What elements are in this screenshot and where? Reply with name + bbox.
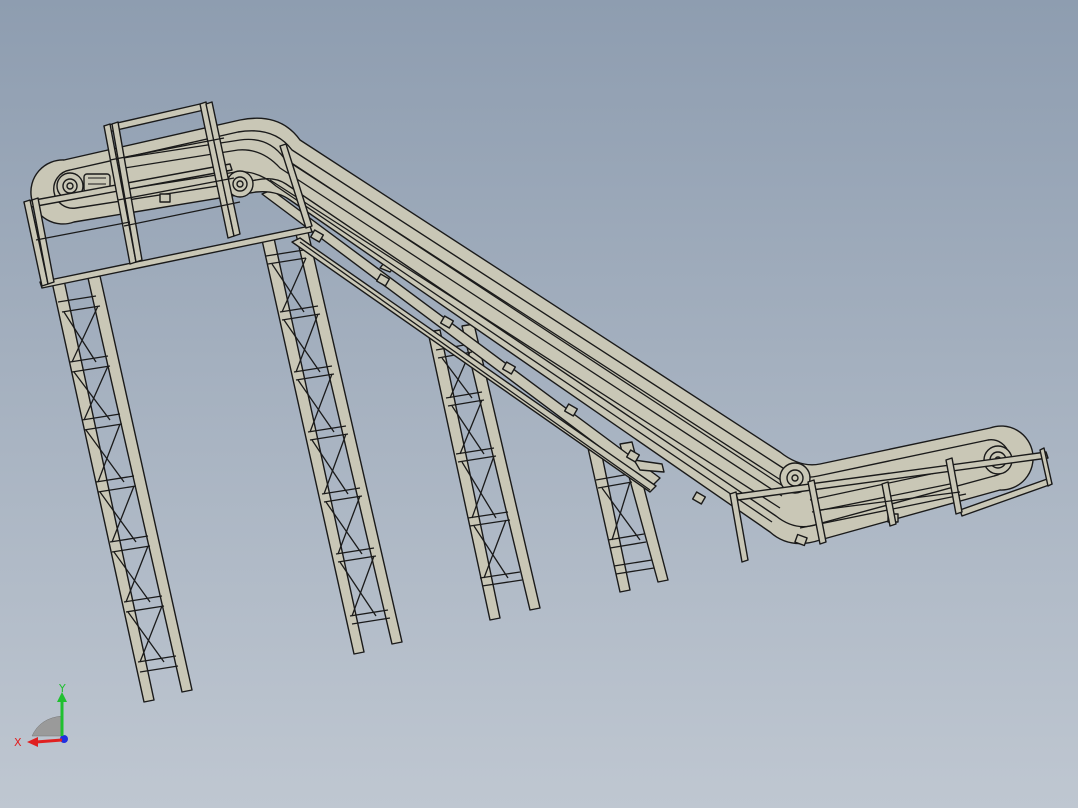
support-leg-1	[51, 275, 193, 703]
conveyor-3d-model[interactable]: .f { fill: #c9c7b6; stroke: #1a1a1a; str…	[0, 0, 1078, 808]
y-axis-label: Y	[58, 684, 66, 695]
cad-viewport[interactable]: .f { fill: #c9c7b6; stroke: #1a1a1a; str…	[0, 0, 1078, 808]
x-axis-icon	[35, 738, 63, 744]
x-axis-label: X	[14, 736, 22, 749]
triad-plane	[31, 715, 63, 737]
coordinate-triad: X Y	[14, 684, 68, 749]
